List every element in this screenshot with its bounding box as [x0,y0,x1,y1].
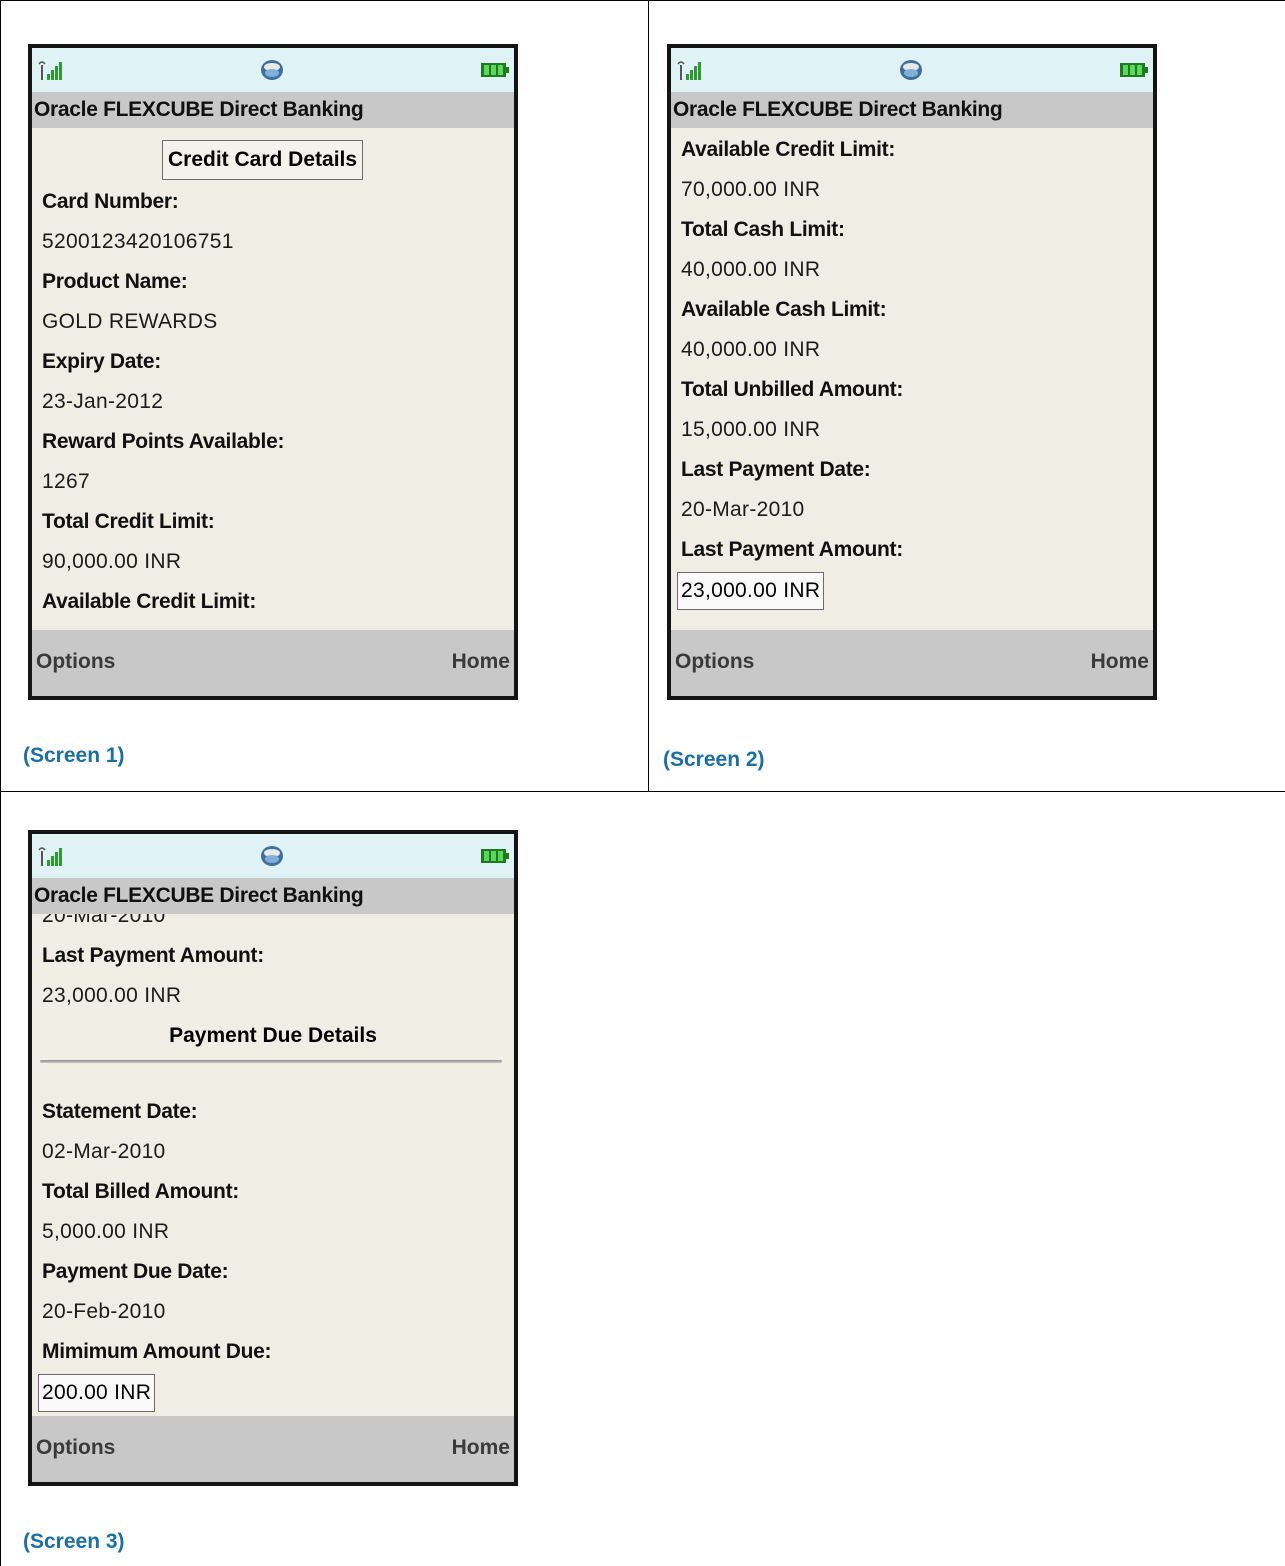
softkey-bar: Options Home [32,1416,514,1482]
field-value: 90,000.00 INR [42,550,182,573]
home-softkey[interactable]: Home [452,1436,510,1460]
field-value: 20-Mar-2010 [42,914,166,927]
app-title-bar: Oracle FLEXCUBE Direct Banking [671,92,1153,128]
field-label: Total Credit Limit: [42,510,215,533]
phone-screen-1: Oracle FLEXCUBE Direct Banking Credit Ca… [28,44,518,700]
status-bar [671,48,1153,92]
field-value: 23,000.00 INR [42,984,182,1007]
field-label: Last Payment Amount: [42,944,264,967]
app-title: Oracle FLEXCUBE Direct Banking [34,884,364,907]
status-bar [32,48,514,92]
signal-icon [38,61,62,80]
home-softkey[interactable]: Home [1091,650,1149,674]
cup-icon [900,60,922,80]
softkey-bar: Options Home [671,630,1153,696]
options-softkey[interactable]: Options [675,650,754,674]
battery-icon [481,849,509,863]
table-border-top [0,0,1285,1]
table-divider-vertical [648,0,649,792]
app-title-bar: Oracle FLEXCUBE Direct Banking [32,878,514,914]
field-label: Total Cash Limit: [681,218,845,241]
cup-icon [261,60,283,80]
field-label: Payment Due Date: [42,1260,229,1283]
screen-content: 20-Mar-2010 Last Payment Amount: 23,000.… [32,914,514,1416]
field-label: Statement Date: [42,1100,198,1123]
field-value: GOLD REWARDS [42,310,218,333]
field-value: 20-Feb-2010 [42,1300,166,1323]
field-label: Last Payment Date: [681,458,871,481]
field-label: Total Unbilled Amount: [681,378,904,401]
field-value: 5,000.00 INR [42,1220,170,1243]
table-border-left [0,0,1,1566]
screen-content: Available Credit Limit: 70,000.00 INR To… [671,128,1153,630]
field-label: Expiry Date: [42,350,161,373]
field-label: Last Payment Amount: [681,538,903,561]
screen-2-caption: (Screen 2) [663,748,765,771]
phone-screen-2: Oracle FLEXCUBE Direct Banking Available… [667,44,1157,700]
credit-card-details-header: Credit Card Details [162,140,364,180]
field-label: Reward Points Available: [42,430,285,453]
field-label: Card Number: [42,190,179,213]
screen-content: Credit Card Details Card Number: 5200123… [32,128,514,630]
field-label: Mimimum Amount Due: [42,1340,272,1363]
screen-1-caption: (Screen 1) [23,744,125,767]
field-label: Available Cash Limit: [681,298,887,321]
field-label: Available Credit Limit: [42,590,257,613]
app-title: Oracle FLEXCUBE Direct Banking [34,98,364,121]
options-softkey[interactable]: Options [36,1436,115,1460]
focused-value[interactable]: 200.00 INR [38,1374,156,1412]
battery-icon [481,63,509,77]
softkey-bar: Options Home [32,630,514,696]
field-value: 40,000.00 INR [681,338,821,361]
focused-value[interactable]: 23,000.00 INR [677,572,825,610]
field-label: Available Credit Limit: [681,138,896,161]
section-separator [40,1060,502,1063]
payment-due-details-header: Payment Due Details [169,1024,377,1047]
options-softkey[interactable]: Options [36,650,115,674]
field-value: 5200123420106751 [42,230,234,253]
app-title-bar: Oracle FLEXCUBE Direct Banking [32,92,514,128]
field-label: Total Billed Amount: [42,1180,239,1203]
phone-screen-3: Oracle FLEXCUBE Direct Banking 20-Mar-20… [28,830,518,1486]
app-title: Oracle FLEXCUBE Direct Banking [673,98,1003,121]
table-divider-horizontal [0,791,1285,792]
field-value: 23-Jan-2012 [42,390,164,413]
screen-3-caption: (Screen 3) [23,1530,125,1553]
field-label: Product Name: [42,270,188,293]
cup-icon [261,846,283,866]
home-softkey[interactable]: Home [452,650,510,674]
field-value: 02-Mar-2010 [42,1140,166,1163]
field-value: 70,000.00 INR [681,178,821,201]
signal-icon [677,61,701,80]
field-value: 40,000.00 INR [681,258,821,281]
signal-icon [38,847,62,866]
status-bar [32,834,514,878]
field-value: 20-Mar-2010 [681,498,805,521]
field-value: 15,000.00 INR [681,418,821,441]
battery-icon [1120,63,1148,77]
field-value: 1267 [42,470,90,493]
